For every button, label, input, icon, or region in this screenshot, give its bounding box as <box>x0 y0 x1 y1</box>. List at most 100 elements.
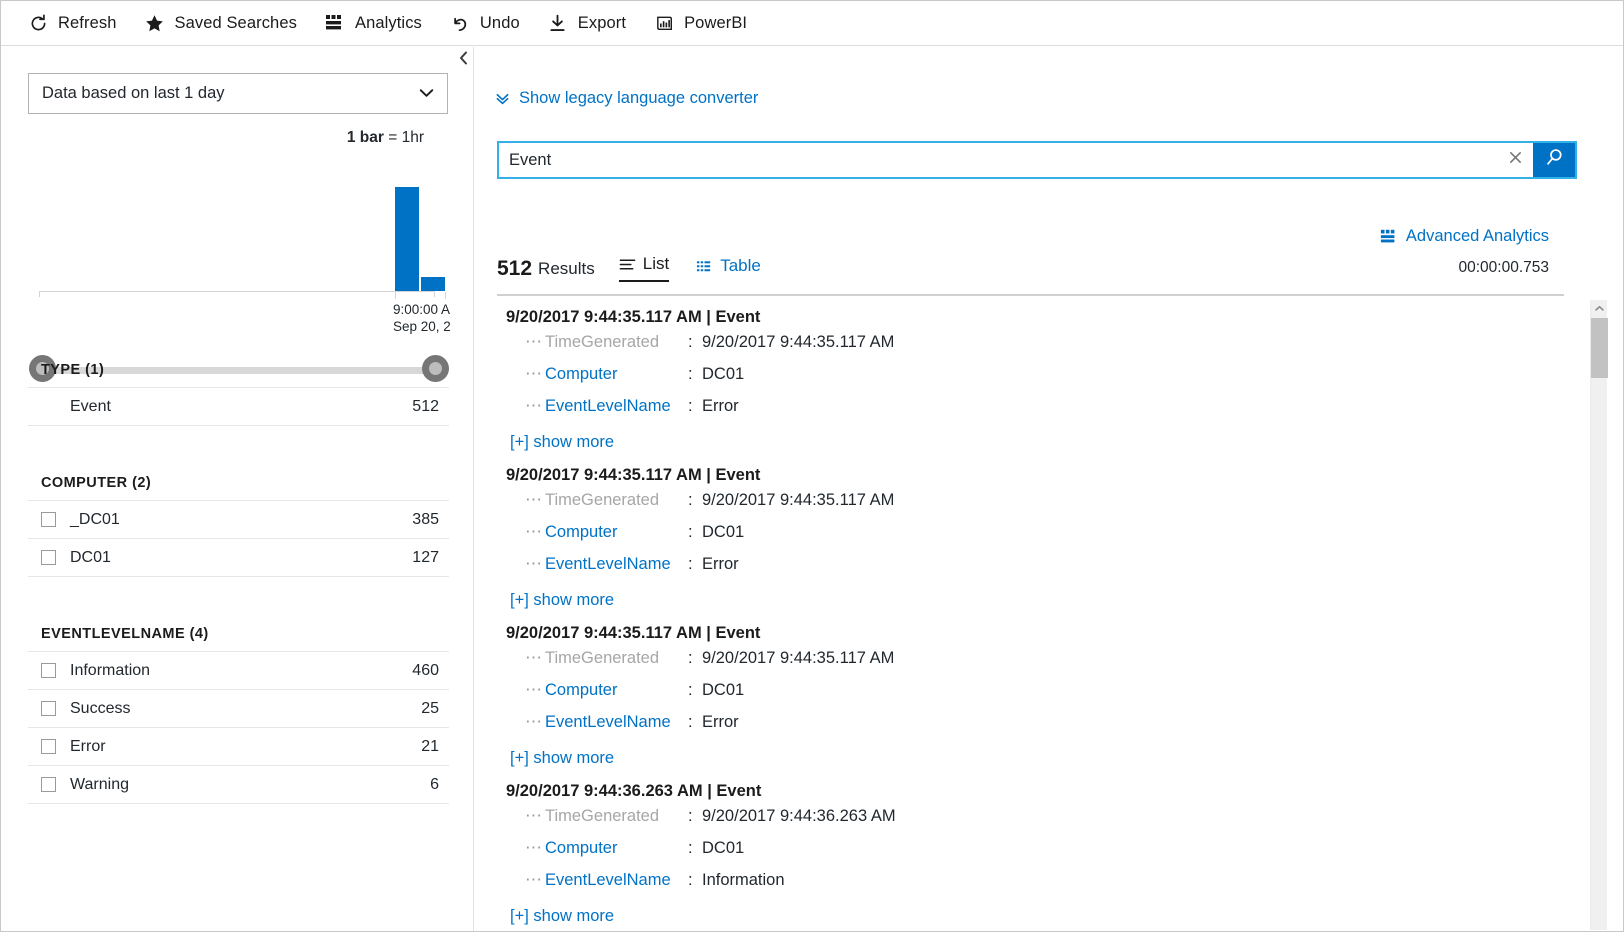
facet-row-count: 6 <box>430 775 439 793</box>
show-legacy-language-converter-label: Show legacy language converter <box>519 89 759 107</box>
result-field-key[interactable]: EventLevelName <box>545 555 688 574</box>
time-range-selected-value: Data based on last 1 day <box>42 84 225 102</box>
result-field-key[interactable]: Computer <box>545 523 688 542</box>
show-legacy-language-converter-link[interactable]: Show legacy language converter <box>495 89 758 108</box>
ellipsis-icon[interactable]: ⋯ <box>525 555 545 572</box>
facet-row-level-success[interactable]: Success 25 <box>28 690 449 728</box>
collapse-panel-button[interactable] <box>453 48 473 72</box>
result-field-colon: : <box>688 555 693 573</box>
show-more-link[interactable]: [+] show more <box>497 429 1564 456</box>
scroll-up-button[interactable] <box>1591 300 1608 317</box>
show-more-link[interactable]: [+] show more <box>497 903 1564 930</box>
clear-search-button[interactable] <box>1497 143 1533 177</box>
chart-legend-rest: = 1hr <box>388 129 424 146</box>
toolbar-button-powerbi[interactable]: PowerBI <box>652 1 747 45</box>
result-field-value: Error <box>702 713 739 731</box>
result-field: ⋯ EventLevelName : Information <box>497 871 1564 903</box>
histogram-x-label-date: Sep 20, 2 <box>393 319 451 334</box>
facet-computer: COMPUTER (2) _DC01 385 DC01 127 <box>28 475 449 577</box>
toolbar-button-export[interactable]: Export <box>546 1 626 45</box>
toolbar-label-analytics: Analytics <box>354 13 422 32</box>
result-field: ⋯ Computer : DC01 <box>497 365 1564 397</box>
facet-row-count: 127 <box>412 548 439 566</box>
show-more-link[interactable]: [+] show more <box>497 745 1564 772</box>
facet-row-type-event[interactable]: Event 512 <box>28 388 449 426</box>
toolbar-button-undo[interactable]: Undo <box>448 1 520 45</box>
ellipsis-icon[interactable]: ⋯ <box>525 397 545 414</box>
facet-checkbox[interactable] <box>41 777 56 792</box>
result-field-value: DC01 <box>702 681 745 699</box>
toolbar-button-analytics[interactable]: Analytics <box>323 1 422 45</box>
list-item[interactable]: 9/20/2017 9:44:35.117 AM | Event ⋯ TimeG… <box>497 616 1564 774</box>
facet-type: TYPE (1) Event 512 <box>28 362 449 426</box>
result-field: ⋯ TimeGenerated : 9/20/2017 9:44:35.117 … <box>497 491 1564 523</box>
facet-title-text: EVENTLEVELNAME <box>41 626 186 642</box>
facet-row-computer-dc01-underscore[interactable]: _DC01 385 <box>28 501 449 539</box>
facet-checkbox[interactable] <box>41 701 56 716</box>
facet-title: EVENTLEVELNAME (4) <box>28 626 449 651</box>
results-panel: Show legacy language converter Event Adv… <box>475 47 1623 931</box>
result-field-colon: : <box>688 807 693 825</box>
facet-row-count: 460 <box>412 661 439 679</box>
result-field-value: Error <box>702 555 739 573</box>
ellipsis-icon[interactable]: ⋯ <box>525 681 545 698</box>
facet-row-level-information[interactable]: Information 460 <box>28 652 449 690</box>
ellipsis-icon[interactable]: ⋯ <box>525 649 545 666</box>
facet-checkbox[interactable] <box>41 512 56 527</box>
facet-row-level-warning[interactable]: Warning 6 <box>28 766 449 804</box>
ellipsis-icon[interactable]: ⋯ <box>525 713 545 730</box>
histogram-bar[interactable] <box>421 277 445 291</box>
search-submit-button[interactable] <box>1533 143 1575 177</box>
result-field-key[interactable]: Computer <box>545 681 688 700</box>
results-count-label: Results <box>538 259 595 278</box>
search-magnifier-icon <box>1544 147 1565 173</box>
facet-row-computer-dc01[interactable]: DC01 127 <box>28 539 449 577</box>
result-field-key[interactable]: EventLevelName <box>545 397 688 416</box>
toolbar-button-refresh[interactable]: Refresh <box>26 1 116 45</box>
scrollbar-thumb[interactable] <box>1591 318 1608 378</box>
filters-panel: Data based on last 1 day 1 bar = 1hr 9:0… <box>1 47 474 931</box>
result-field-value: Information <box>702 871 785 889</box>
ellipsis-icon[interactable]: ⋯ <box>525 807 545 824</box>
list-item[interactable]: 9/20/2017 9:44:36.263 AM | Event ⋯ TimeG… <box>497 774 1564 930</box>
result-field-key[interactable]: EventLevelName <box>545 713 688 732</box>
facet-checkbox[interactable] <box>41 739 56 754</box>
ellipsis-icon[interactable]: ⋯ <box>525 871 545 888</box>
list-item[interactable]: 9/20/2017 9:44:35.117 AM | Event ⋯ TimeG… <box>497 458 1564 616</box>
result-field-key[interactable]: EventLevelName <box>545 871 688 890</box>
ellipsis-icon[interactable]: ⋯ <box>525 333 545 350</box>
histogram-bar[interactable] <box>395 187 419 291</box>
tab-list-label: List <box>642 254 670 273</box>
tab-list-view[interactable]: List <box>618 253 670 282</box>
ellipsis-icon[interactable]: ⋯ <box>525 491 545 508</box>
log-search-app: Refresh Saved Searches Analytics Undo Ex… <box>0 0 1624 932</box>
analytics-grid-icon <box>323 11 347 35</box>
ellipsis-icon[interactable]: ⋯ <box>525 365 545 382</box>
result-field: ⋯ EventLevelName : Error <box>497 397 1564 429</box>
result-field: ⋯ EventLevelName : Error <box>497 713 1564 745</box>
facet-row-label: DC01 <box>70 548 111 566</box>
facet-rows: Information 460 Success 25 Error 21 Warn… <box>28 651 449 804</box>
facet-title-count: (4) <box>189 626 209 642</box>
advanced-analytics-link[interactable]: Advanced Analytics <box>1380 227 1549 246</box>
time-range-select[interactable]: Data based on last 1 day <box>28 73 448 114</box>
chevron-left-icon <box>458 51 469 69</box>
ellipsis-icon[interactable]: ⋯ <box>525 523 545 540</box>
result-field-key[interactable]: Computer <box>545 839 688 858</box>
facet-checkbox[interactable] <box>41 663 56 678</box>
show-more-link[interactable]: [+] show more <box>497 587 1564 614</box>
toolbar-button-saved-searches[interactable]: Saved Searches <box>142 1 297 45</box>
facet-checkbox[interactable] <box>41 550 56 565</box>
list-item[interactable]: 9/20/2017 9:44:35.117 AM | Event ⋯ TimeG… <box>497 300 1564 458</box>
ellipsis-icon[interactable]: ⋯ <box>525 839 545 856</box>
tab-table-view[interactable]: Table <box>696 255 761 282</box>
result-field: ⋯ TimeGenerated : 9/20/2017 9:44:35.117 … <box>497 333 1564 365</box>
facet-row-level-error[interactable]: Error 21 <box>28 728 449 766</box>
results-scrollbar[interactable] <box>1590 300 1608 930</box>
search-input[interactable] <box>499 143 1497 177</box>
result-field-value: DC01 <box>702 365 745 383</box>
time-histogram[interactable]: 1 bar = 1hr 9:00:00 A Sep 20, 2 <box>28 129 451 344</box>
result-field-key[interactable]: Computer <box>545 365 688 384</box>
result-field-colon: : <box>688 839 693 857</box>
result-field: ⋯ Computer : DC01 <box>497 839 1564 871</box>
